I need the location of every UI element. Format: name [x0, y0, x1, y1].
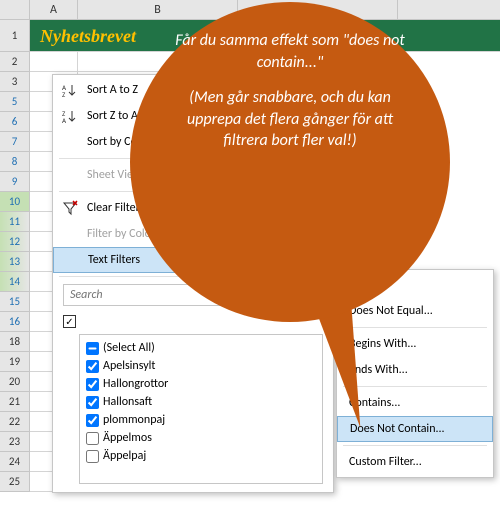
check-item[interactable]: Apelsinsylt — [86, 357, 316, 375]
check-item[interactable]: Hallongrottor — [86, 375, 316, 393]
check-item[interactable]: Hallonsaft — [86, 393, 316, 411]
separator — [343, 327, 487, 328]
checkbox[interactable] — [86, 414, 99, 427]
check-label: Hallongrottor — [103, 377, 168, 391]
row-header-1[interactable]: 1 — [0, 20, 30, 52]
row-header-14[interactable]: 14 — [0, 272, 30, 292]
row-header-22[interactable]: 22 — [0, 412, 30, 432]
col-header-B[interactable]: B — [78, 0, 238, 19]
sort-desc-icon: ZA — [61, 107, 79, 125]
annotation-bubble: Får du samma effekt som "does not contai… — [130, 2, 450, 322]
checkbox[interactable] — [86, 450, 99, 463]
filter-begins-with[interactable]: Begins With... — [337, 331, 493, 357]
row-header-12[interactable]: 12 — [0, 232, 30, 252]
check-item[interactable]: Äppelmos — [86, 429, 316, 447]
row-header-5[interactable]: 5 — [0, 92, 30, 112]
row-header-24[interactable]: 24 — [0, 452, 30, 472]
checkbox[interactable] — [86, 396, 99, 409]
row-header-25[interactable]: 25 — [0, 472, 30, 492]
checkbox[interactable] — [86, 360, 99, 373]
blank-icon — [61, 225, 79, 243]
check-label: Apelsinsylt — [103, 359, 155, 373]
checkbox[interactable] — [86, 432, 99, 445]
row-header-7[interactable]: 7 — [0, 132, 30, 152]
cell[interactable] — [30, 52, 78, 72]
separator — [343, 445, 487, 446]
row-header-11[interactable]: 11 — [0, 212, 30, 232]
blank-icon — [61, 133, 79, 151]
row-header-16[interactable]: 16 — [0, 312, 30, 332]
bubble-line2: (Men går snabbare, och du kan upprepa de… — [166, 87, 414, 152]
check-select-all[interactable]: (Select All) — [86, 339, 316, 357]
tristate-check-icon — [63, 315, 76, 328]
row-header-2[interactable]: 2 — [0, 52, 30, 72]
row-header-10[interactable]: 10 — [0, 192, 30, 212]
filter-custom[interactable]: Custom Filter... — [337, 449, 493, 475]
clear-filter-icon — [61, 199, 79, 217]
check-label: Äppelpaj — [103, 449, 146, 463]
row-header-19[interactable]: 19 — [0, 352, 30, 372]
checkbox[interactable] — [86, 378, 99, 391]
check-label: plommonpaj — [103, 413, 165, 427]
select-all-corner[interactable] — [0, 0, 30, 19]
filter-checklist: (Select All) Apelsinsylt Hallongrottor H… — [79, 334, 323, 484]
row-header-6[interactable]: 6 — [0, 112, 30, 132]
row-header-13[interactable]: 13 — [0, 252, 30, 272]
sort-asc-icon: AZ — [61, 81, 79, 99]
svg-text:A: A — [62, 116, 67, 124]
row-header-8[interactable]: 8 — [0, 152, 30, 172]
row-header-23[interactable]: 23 — [0, 432, 30, 452]
row-header-20[interactable]: 20 — [0, 372, 30, 392]
blank-icon — [61, 166, 79, 184]
row-header-9[interactable]: 9 — [0, 172, 30, 192]
blank-icon — [62, 251, 80, 269]
col-header-A[interactable]: A — [30, 0, 78, 19]
row-header-18[interactable]: 18 — [0, 332, 30, 352]
bubble-line1: Får du samma effekt som "does not contai… — [166, 30, 414, 73]
row-header-3[interactable]: 3 — [0, 72, 30, 92]
check-item[interactable]: Äppelpaj — [86, 447, 316, 465]
row-header-21[interactable]: 21 — [0, 392, 30, 412]
row-header-15[interactable]: 15 — [0, 292, 30, 312]
checkbox[interactable] — [86, 342, 99, 355]
check-item[interactable]: plommonpaj — [86, 411, 316, 429]
check-label: Hallonsaft — [103, 395, 152, 409]
check-label: (Select All) — [103, 341, 155, 355]
check-label: Äppelmos — [103, 431, 152, 445]
